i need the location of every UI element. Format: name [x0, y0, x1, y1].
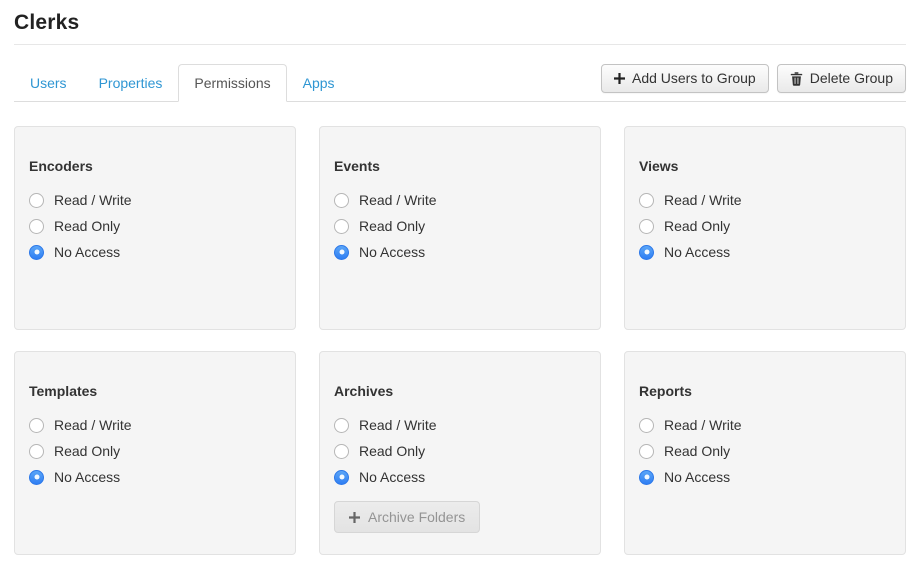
radio-circle[interactable]: [29, 418, 44, 433]
radio-read-only[interactable]: Read Only: [639, 438, 730, 464]
radio-label: No Access: [54, 469, 120, 485]
radio-label: Read / Write: [664, 192, 742, 208]
tab-users[interactable]: Users: [14, 64, 83, 102]
radio-circle[interactable]: [29, 193, 44, 208]
add-users-to-group-button[interactable]: Add Users to Group: [601, 64, 769, 93]
permission-card-templates: Templates Read / Write Read Only No Acce…: [14, 351, 296, 555]
permissions-grid: Encoders Read / Write Read Only No Acces…: [14, 126, 906, 555]
radio-label: No Access: [359, 469, 425, 485]
radio-label: No Access: [54, 244, 120, 260]
radio-circle[interactable]: [334, 193, 349, 208]
permission-card-events: Events Read / Write Read Only No Access: [319, 126, 601, 330]
card-title: Events: [334, 158, 586, 174]
tab-permissions[interactable]: Permissions: [178, 64, 286, 102]
radio-circle[interactable]: [334, 219, 349, 234]
radio-read-only[interactable]: Read Only: [639, 213, 730, 239]
radio-circle[interactable]: [334, 245, 349, 260]
radio-circle[interactable]: [334, 444, 349, 459]
radio-read-write[interactable]: Read / Write: [334, 187, 437, 213]
tab-bar: Users Properties Permissions Apps Add Us…: [14, 64, 906, 102]
radio-circle[interactable]: [639, 470, 654, 485]
trash-icon: [790, 72, 803, 86]
radio-no-access[interactable]: No Access: [639, 239, 730, 265]
radio-read-only[interactable]: Read Only: [29, 213, 120, 239]
permission-card-archives: Archives Read / Write Read Only No Acces…: [319, 351, 601, 555]
radio-circle[interactable]: [29, 444, 44, 459]
radio-read-write[interactable]: Read / Write: [29, 412, 132, 438]
radio-read-only[interactable]: Read Only: [334, 438, 425, 464]
radio-label: Read Only: [664, 443, 730, 459]
archive-folders-button[interactable]: Archive Folders: [334, 501, 480, 533]
radio-label: Read Only: [359, 218, 425, 234]
card-title: Encoders: [29, 158, 281, 174]
radio-read-write[interactable]: Read / Write: [334, 412, 437, 438]
radio-circle[interactable]: [639, 219, 654, 234]
radio-read-only[interactable]: Read Only: [334, 213, 425, 239]
radio-no-access[interactable]: No Access: [29, 239, 120, 265]
tab-properties[interactable]: Properties: [83, 64, 179, 102]
toolbar: Add Users to Group: [601, 64, 906, 99]
radio-label: Read / Write: [359, 417, 437, 433]
permission-card-views: Views Read / Write Read Only No Access: [624, 126, 906, 330]
radio-no-access[interactable]: No Access: [334, 239, 425, 265]
tab-apps[interactable]: Apps: [287, 64, 351, 102]
radio-circle[interactable]: [29, 470, 44, 485]
plus-icon: [349, 512, 360, 523]
radio-circle[interactable]: [334, 470, 349, 485]
radio-no-access[interactable]: No Access: [334, 464, 425, 490]
radio-no-access[interactable]: No Access: [29, 464, 120, 490]
permission-card-encoders: Encoders Read / Write Read Only No Acces…: [14, 126, 296, 330]
page: Clerks Users Properties Permissions Apps…: [0, 0, 920, 555]
radio-circle[interactable]: [334, 418, 349, 433]
radio-circle[interactable]: [29, 245, 44, 260]
radio-label: Read / Write: [664, 417, 742, 433]
radio-label: Read / Write: [359, 192, 437, 208]
radio-label: No Access: [664, 469, 730, 485]
radio-circle[interactable]: [29, 219, 44, 234]
permission-card-reports: Reports Read / Write Read Only No Access: [624, 351, 906, 555]
radio-circle[interactable]: [639, 245, 654, 260]
card-title: Views: [639, 158, 891, 174]
radio-read-write[interactable]: Read / Write: [639, 187, 742, 213]
add-users-to-group-label: Add Users to Group: [632, 70, 756, 87]
radio-read-write[interactable]: Read / Write: [639, 412, 742, 438]
archive-folders-label: Archive Folders: [368, 509, 465, 525]
radio-label: Read Only: [54, 443, 120, 459]
radio-label: Read / Write: [54, 417, 132, 433]
card-title: Reports: [639, 383, 891, 399]
radio-read-write[interactable]: Read / Write: [29, 187, 132, 213]
page-title: Clerks: [14, 0, 906, 45]
radio-read-only[interactable]: Read Only: [29, 438, 120, 464]
radio-label: Read / Write: [54, 192, 132, 208]
radio-circle[interactable]: [639, 444, 654, 459]
card-title: Archives: [334, 383, 586, 399]
radio-no-access[interactable]: No Access: [639, 464, 730, 490]
radio-label: No Access: [359, 244, 425, 260]
radio-circle[interactable]: [639, 193, 654, 208]
card-title: Templates: [29, 383, 281, 399]
radio-label: Read Only: [664, 218, 730, 234]
delete-group-button[interactable]: Delete Group: [777, 64, 906, 93]
radio-label: No Access: [664, 244, 730, 260]
radio-label: Read Only: [54, 218, 120, 234]
radio-circle[interactable]: [639, 418, 654, 433]
radio-label: Read Only: [359, 443, 425, 459]
delete-group-label: Delete Group: [810, 70, 893, 87]
plus-icon: [614, 73, 625, 84]
